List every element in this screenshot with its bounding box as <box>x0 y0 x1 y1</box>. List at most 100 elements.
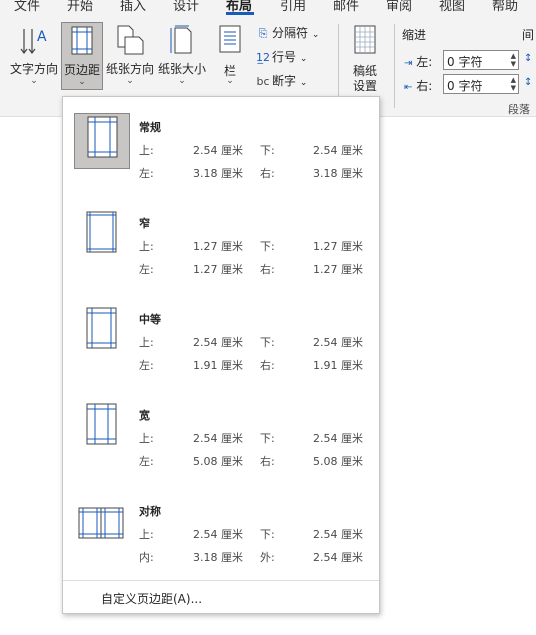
hyphenation-label: 断字 <box>272 74 297 88</box>
group-divider <box>394 24 395 108</box>
margin-preset-wide[interactable]: 宽 上: 2.54 厘米 下: 2.54 厘米 左: 5.08 厘米 右: 5.… <box>63 395 379 491</box>
margins-dropdown: 常规 上: 2.54 厘米 下: 2.54 厘米 左: 3.18 厘米 右: 3… <box>62 96 380 614</box>
preset-thumb <box>74 305 130 361</box>
value-top: 2.54 厘米 <box>193 432 243 445</box>
columns-button[interactable]: 栏 ⌄ <box>214 22 246 90</box>
active-tab-indicator <box>226 12 254 15</box>
tab-mailings[interactable]: 邮件 <box>333 0 359 14</box>
label-left: 左: <box>139 359 154 372</box>
value-bottom: 1.27 厘米 <box>313 240 363 253</box>
margin-preset-moderate[interactable]: 中等 上: 2.54 厘米 下: 2.54 厘米 左: 1.91 厘米 右: 1… <box>63 299 379 395</box>
label-top: 上: <box>139 528 154 541</box>
preset-thumb <box>74 209 130 265</box>
value-bottom: 2.54 厘米 <box>313 144 363 157</box>
label-left: 左: <box>139 167 154 180</box>
margin-preset-normal[interactable]: 常规 上: 2.54 厘米 下: 2.54 厘米 左: 3.18 厘米 右: 3… <box>63 107 379 203</box>
label-right: 右: <box>260 167 275 180</box>
value-bottom: 2.54 厘米 <box>313 528 363 541</box>
indent-left-text: 左: <box>416 55 433 69</box>
manuscript-setup-button[interactable]: 稿纸 设置 <box>344 22 386 93</box>
label-bottom: 下: <box>260 336 275 349</box>
tab-file[interactable]: 文件 <box>14 0 40 14</box>
indent-right-input[interactable]: 0 字符 ▲ ▼ <box>443 74 519 94</box>
paragraph-group-label: 段落 <box>508 103 530 116</box>
orientation-label: 纸张方向 <box>105 62 154 76</box>
value-top: 2.54 厘米 <box>193 528 243 541</box>
orientation-icon <box>117 25 144 55</box>
text-direction-button[interactable]: A 文字方向 ⌄ <box>6 22 62 90</box>
spin-down-icon[interactable]: ▼ <box>511 84 516 92</box>
spin-up-icon[interactable]: ▲ <box>511 52 516 60</box>
tab-design[interactable]: 设计 <box>173 0 199 14</box>
tab-home[interactable]: 开始 <box>67 0 93 14</box>
label-top: 上: <box>139 432 154 445</box>
tab-help[interactable]: 帮助 <box>492 0 518 14</box>
indent-left-input[interactable]: 0 字符 ▲ ▼ <box>443 50 519 70</box>
preset-name: 中等 <box>139 313 161 326</box>
value-outside: 2.54 厘米 <box>313 551 363 564</box>
label-bottom: 下: <box>260 528 275 541</box>
paper-size-icon <box>170 25 192 54</box>
tab-references[interactable]: 引用 <box>280 0 306 14</box>
value-right: 1.91 厘米 <box>313 359 363 372</box>
spacing-before-icon: ↕ <box>524 53 533 64</box>
tab-review[interactable]: 审阅 <box>386 0 412 14</box>
value-right: 1.27 厘米 <box>313 263 363 276</box>
margin-moderate-icon <box>86 307 117 349</box>
label-top: 上: <box>139 144 154 157</box>
margins-icon <box>71 26 93 55</box>
indent-right-label: ⇤ 右: <box>404 77 432 94</box>
page-break-icon: ⎘ <box>258 27 268 40</box>
chevron-down-icon: ⌄ <box>226 76 234 86</box>
columns-icon <box>219 25 241 53</box>
spin-up-icon[interactable]: ▲ <box>511 76 516 84</box>
margins-label: 页边距 <box>63 63 100 77</box>
line-numbers-icon: 1̲2 <box>256 51 270 64</box>
label-left: 左: <box>139 455 154 468</box>
hyphenation-button[interactable]: bc 断字 ⌄ <box>254 72 307 92</box>
margin-wide-icon <box>86 403 117 445</box>
breaks-button[interactable]: ⎘ 分隔符 ⌄ <box>254 24 320 44</box>
size-label: 纸张大小 <box>157 62 206 76</box>
margin-preset-mirrored[interactable]: 对称 上: 2.54 厘米 下: 2.54 厘米 内: 3.18 厘米 外: 2… <box>63 491 379 587</box>
spacing-title: 间 <box>522 28 535 42</box>
label-outside: 外: <box>260 551 275 564</box>
value-right: 5.08 厘米 <box>313 455 363 468</box>
hyphenation-icon: bc <box>256 75 270 88</box>
label-right: 右: <box>260 455 275 468</box>
spin-down-icon[interactable]: ▼ <box>511 60 516 68</box>
margin-mirrored-icon <box>78 507 124 539</box>
spacing-after-icon: ↕ <box>524 77 533 88</box>
line-numbers-label: 行号 <box>272 50 297 64</box>
preset-thumb <box>74 401 130 457</box>
value-top: 2.54 厘米 <box>193 336 243 349</box>
margin-narrow-icon <box>86 211 117 253</box>
svg-text:A: A <box>37 29 47 45</box>
preset-name: 窄 <box>139 217 150 230</box>
chevron-down-icon: ⌄ <box>30 76 38 86</box>
label-right: 右: <box>260 359 275 372</box>
margins-button[interactable]: 页边距 ⌄ <box>61 22 103 90</box>
preset-selected-highlight <box>74 113 130 169</box>
indent-left-icon: ⇥ <box>404 58 413 69</box>
value-bottom: 2.54 厘米 <box>313 336 363 349</box>
chevron-down-icon: ⌄ <box>78 77 86 87</box>
value-bottom: 2.54 厘米 <box>313 432 363 445</box>
margin-preset-narrow[interactable]: 窄 上: 1.27 厘米 下: 1.27 厘米 左: 1.27 厘米 右: 1.… <box>63 203 379 299</box>
value-left: 1.91 厘米 <box>193 359 243 372</box>
line-numbers-button[interactable]: 1̲2 行号 ⌄ <box>254 48 307 68</box>
indent-right-value: 0 字符 <box>447 79 483 93</box>
size-button[interactable]: 纸张大小 ⌄ <box>156 22 208 90</box>
ribbon-tab-strip: 文件 开始 插入 设计 布局 引用 邮件 审阅 视图 帮助 <box>0 0 536 16</box>
indent-left-label: ⇥ 左: <box>404 53 432 70</box>
margin-normal-icon <box>87 116 118 158</box>
tab-insert[interactable]: 插入 <box>120 0 146 14</box>
tab-view[interactable]: 视图 <box>439 0 465 14</box>
label-right: 右: <box>260 263 275 276</box>
orientation-button[interactable]: 纸张方向 ⌄ <box>105 22 155 90</box>
custom-margins-item[interactable]: 自定义页边距(A)... <box>101 590 202 607</box>
label-left: 左: <box>139 263 154 276</box>
preset-name: 常规 <box>139 121 161 134</box>
text-direction-label: 文字方向 <box>9 62 58 76</box>
label-bottom: 下: <box>260 144 275 157</box>
